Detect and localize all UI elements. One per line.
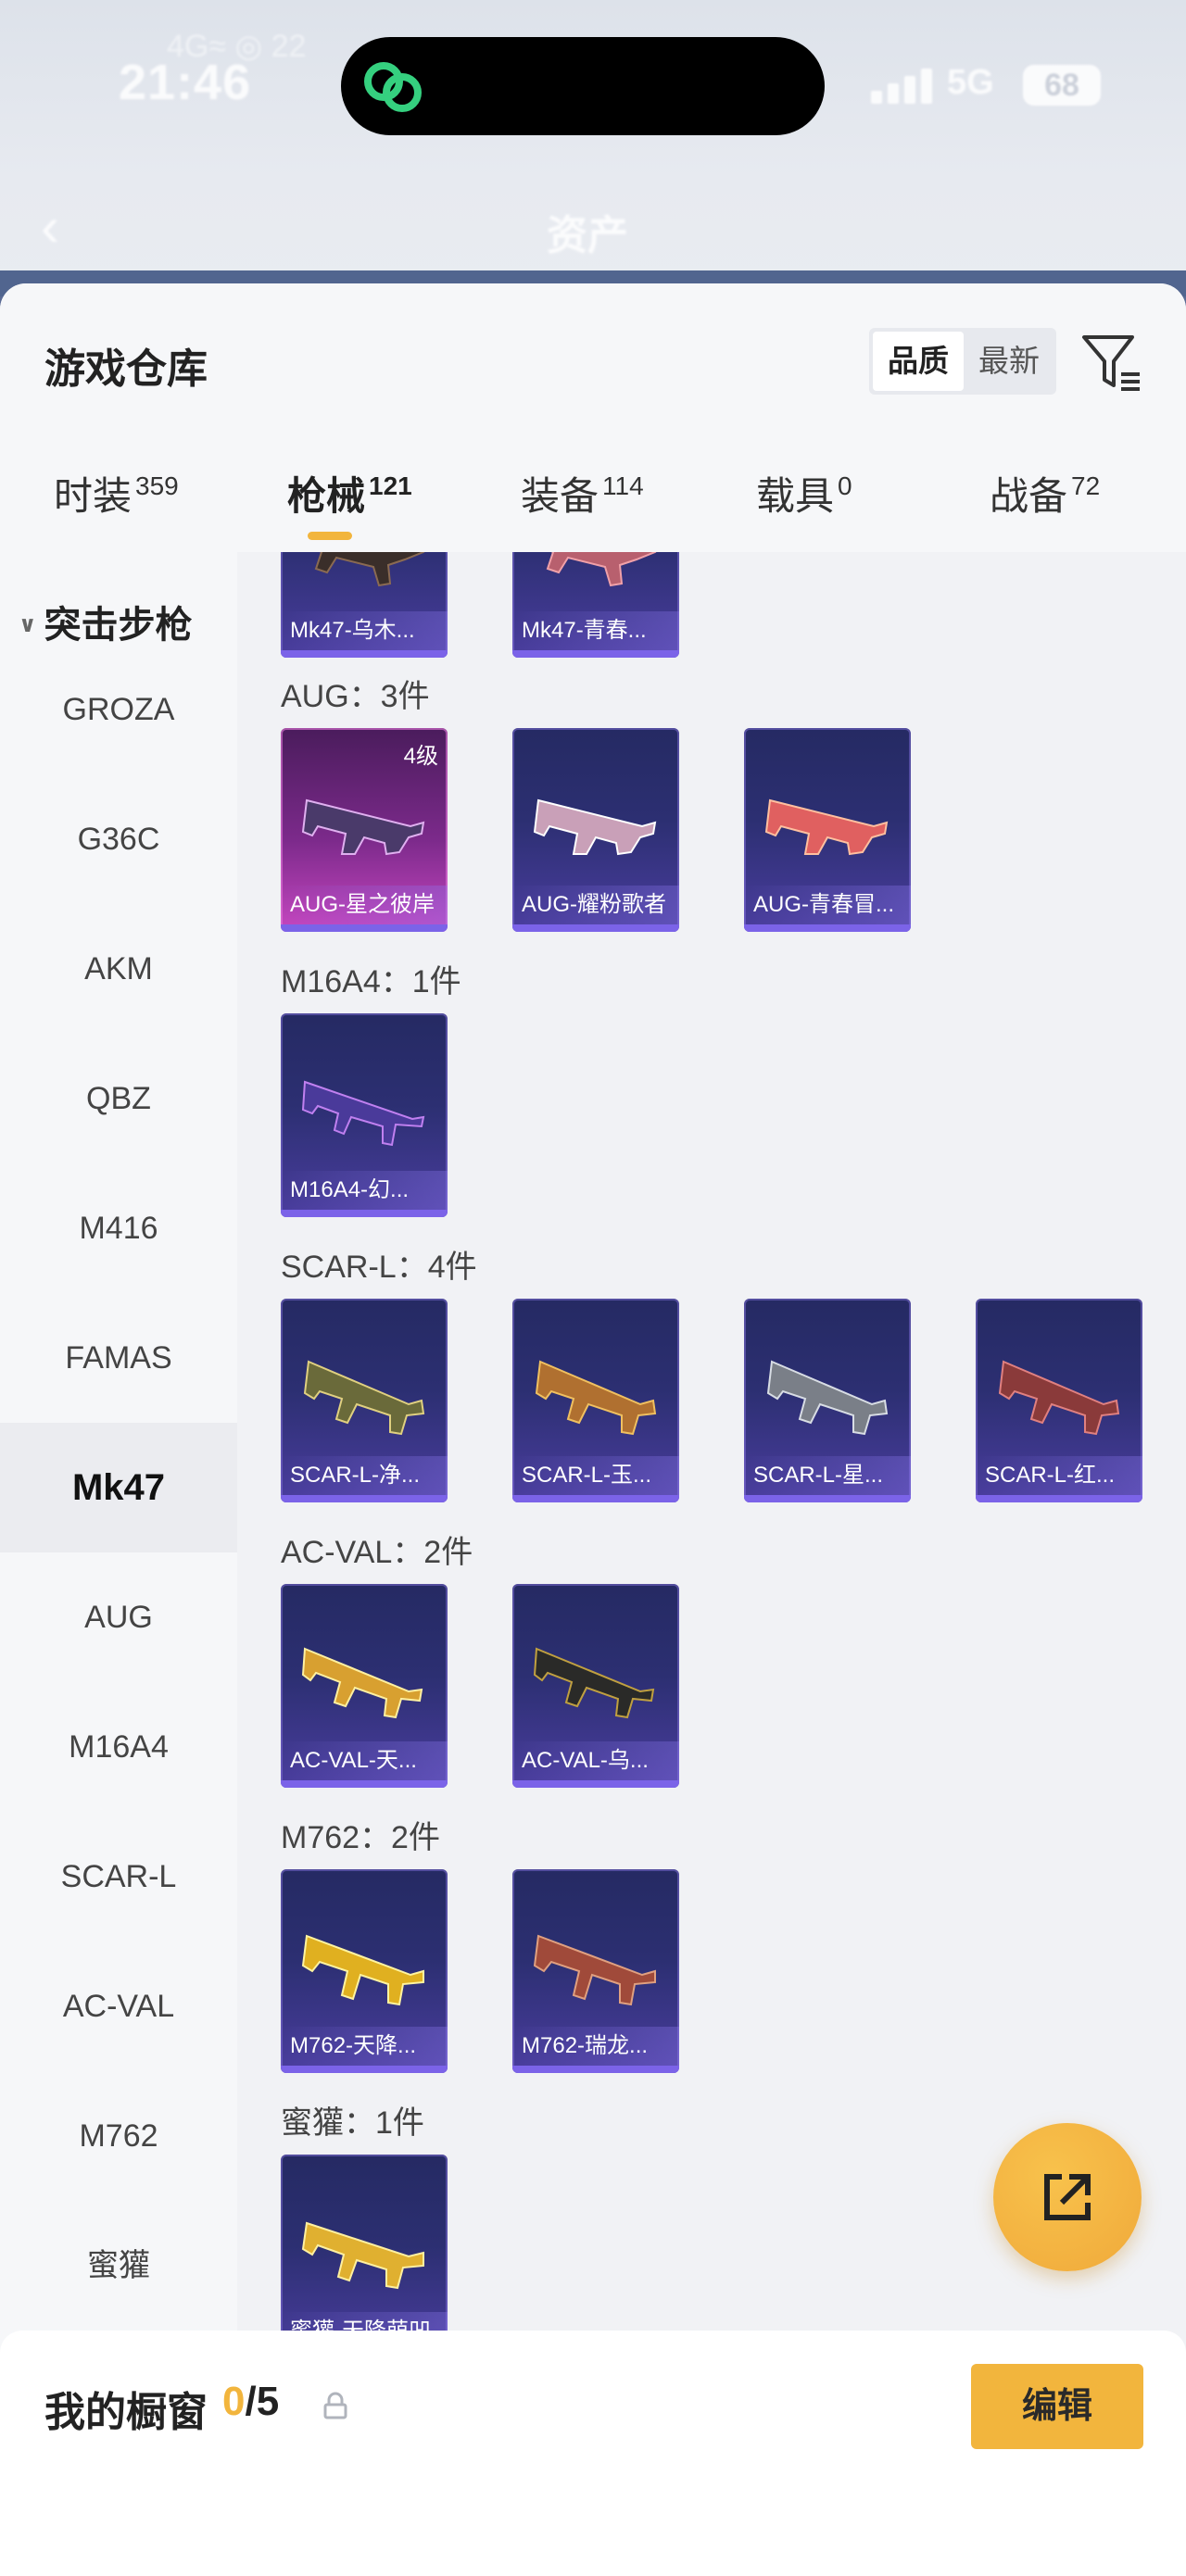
tab-equipment[interactable]: 装备 114 — [521, 465, 644, 552]
status-network: 5G — [947, 63, 994, 102]
sidebar-item-groza[interactable]: GROZA — [0, 645, 237, 774]
weapon-name: AC-VAL-乌... — [512, 1741, 679, 1780]
weapon-card[interactable]: M762-瑞龙... — [512, 1869, 679, 2073]
back-icon[interactable]: ‹ — [41, 195, 59, 258]
tab-gear[interactable]: 战备 72 — [990, 465, 1100, 552]
group-title-scar-l: SCAR-L：4件 — [281, 1250, 477, 1285]
sidebar-item-honey-badger[interactable]: 蜜獾 — [0, 2201, 237, 2331]
edit-button[interactable]: 编辑 — [971, 2364, 1143, 2449]
weapon-name: Mk47-青春... — [512, 611, 679, 650]
weapon-card[interactable]: 蜜獾-天降萌凹 — [281, 2155, 448, 2358]
weapon-name: SCAR-L-净... — [281, 1456, 448, 1495]
weapon-grid: Mk47-乌木... Mk47-青春... AUG：3件 4级 AUG-星之彼岸 … — [237, 552, 1186, 2576]
share-icon — [1044, 2174, 1091, 2220]
weapon-card[interactable]: SCAR-L-星... — [744, 1299, 911, 1502]
sidebar-item-scar-l[interactable]: SCAR-L — [0, 1812, 237, 1941]
weapon-name: M762-天降... — [281, 2027, 448, 2066]
sidebar-item-g36c[interactable]: G36C — [0, 774, 237, 904]
sidebar-item-akm[interactable]: AKM — [0, 904, 237, 1034]
group-title-m16a4: M16A4：1件 — [281, 964, 461, 999]
group-title-ac-val: AC-VAL：2件 — [281, 1535, 473, 1570]
tab-vehicles[interactable]: 载具 0 — [756, 465, 852, 552]
app-link-icon — [364, 62, 422, 112]
showcase-bar: 我的橱窗 0/5 编辑 — [0, 2331, 1186, 2576]
group-title-honey-badger: 蜜獾：1件 — [281, 2105, 424, 2141]
lock-icon — [323, 2392, 347, 2419]
sidebar-item-m16a4[interactable]: M16A4 — [0, 1682, 237, 1812]
background-title: 资产 — [547, 213, 628, 258]
weapon-card[interactable]: SCAR-L-玉... — [512, 1299, 679, 1502]
weapon-name: AUG-青春冒... — [744, 886, 911, 924]
sidebar-group-header[interactable]: ∨ 突击步枪 — [19, 595, 193, 648]
category-tabs: 时装 359 枪械 121 装备 114 载具 0 战备 72 — [0, 465, 1186, 552]
sidebar-item-ac-val[interactable]: AC-VAL — [0, 1941, 237, 2071]
signal-icon — [871, 67, 936, 104]
weapon-card[interactable]: AUG-青春冒... — [744, 728, 911, 932]
weapon-card[interactable]: M16A4-幻... — [281, 1013, 448, 1217]
weapon-name: SCAR-L-星... — [744, 1456, 911, 1495]
active-tab-indicator — [308, 532, 352, 540]
weapon-card[interactable]: Mk47-青春... — [512, 552, 679, 658]
sidebar-item-aug[interactable]: AUG — [0, 1552, 237, 1682]
sidebar-item-m762[interactable]: M762 — [0, 2071, 237, 2201]
weapon-name: SCAR-L-红... — [976, 1456, 1142, 1495]
weapon-name: M762-瑞龙... — [512, 2027, 679, 2066]
weapon-card[interactable]: AC-VAL-乌... — [512, 1584, 679, 1788]
weapon-card[interactable]: AUG-耀粉歌者 — [512, 728, 679, 932]
weapon-name: AC-VAL-天... — [281, 1741, 448, 1780]
sort-toggle: 品质 最新 — [869, 328, 1056, 395]
sidebar-item-famas[interactable]: FAMAS — [0, 1293, 237, 1423]
page-title: 游戏仓库 — [44, 346, 208, 392]
weapon-card[interactable]: 4级 AUG-星之彼岸 — [281, 728, 448, 932]
level-badge: 4级 — [403, 744, 438, 769]
weapon-name: M16A4-幻... — [281, 1171, 448, 1210]
filter-icon[interactable] — [1080, 332, 1143, 393]
weapon-card[interactable]: M762-天降... — [281, 1869, 448, 2073]
group-title-m762: M762：2件 — [281, 1820, 440, 1855]
weapon-card[interactable]: AC-VAL-天... — [281, 1584, 448, 1788]
status-time: 21:46 — [119, 55, 252, 110]
showcase-count: 0/5 — [222, 2379, 280, 2424]
sidebar-item-mk47[interactable]: Mk47 — [0, 1423, 237, 1552]
chevron-down-icon: ∨ — [19, 612, 37, 637]
sort-newest-button[interactable]: 最新 — [965, 332, 1053, 391]
weapon-card[interactable]: Mk47-乌木... — [281, 552, 448, 658]
sidebar-item-qbz[interactable]: QBZ — [0, 1034, 237, 1163]
group-title-aug: AUG：3件 — [281, 679, 430, 714]
weapon-card[interactable]: SCAR-L-红... — [976, 1299, 1142, 1502]
weapon-name: Mk47-乌木... — [281, 611, 448, 650]
showcase-label: 我的橱窗 — [44, 2390, 208, 2435]
sidebar-item-m416[interactable]: M416 — [0, 1163, 237, 1293]
weapon-name: AUG-星之彼岸 — [281, 886, 448, 924]
weapon-name: SCAR-L-玉... — [512, 1456, 679, 1495]
weapon-name: AUG-耀粉歌者 — [512, 886, 679, 924]
battery-indicator: 68 — [1023, 65, 1101, 106]
sort-quality-button[interactable]: 品质 — [873, 332, 964, 391]
weapon-sidebar: ∨ 突击步枪 GROZA G36C AKM QBZ M416 FAMAS Mk47… — [0, 552, 237, 2576]
weapon-card[interactable]: SCAR-L-净... — [281, 1299, 448, 1502]
tab-fashion[interactable]: 时装 359 — [54, 465, 179, 552]
share-button[interactable] — [993, 2123, 1142, 2271]
